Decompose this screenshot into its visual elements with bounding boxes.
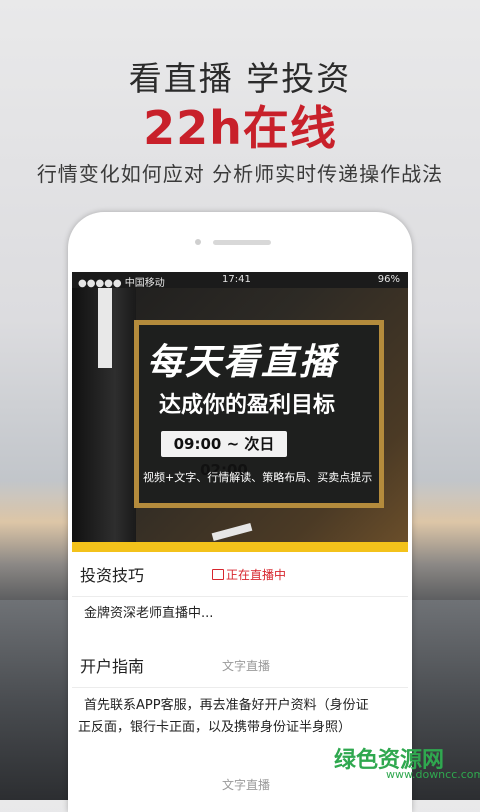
- status-bar: ●●●●● 中国移动 17:41 96%: [72, 272, 408, 289]
- banner-divider: [72, 542, 408, 552]
- banner-subtitle: 达成你的盈利目标: [159, 393, 336, 418]
- list-item[interactable]: 金牌资深老师直播中...: [84, 602, 213, 621]
- chalk-icon: [211, 522, 253, 542]
- phone-camera: [195, 239, 201, 245]
- carrier-label: ●●●●● 中国移动: [78, 278, 165, 289]
- battery-label: 96%: [377, 274, 400, 285]
- section-title: 投资技巧: [80, 566, 145, 585]
- live-icon: [212, 569, 224, 580]
- text-live-badge: 文字直播: [222, 659, 271, 673]
- promo-big-text: 22h在线: [143, 101, 337, 155]
- promo-tagline: 行情变化如何应对 分析师实时传递操作战法: [36, 162, 444, 186]
- presenter-shirt: [98, 288, 112, 368]
- watermark-url: www.downcc.com: [386, 768, 480, 781]
- chalkboard: 每天看直播 达成你的盈利目标 09:00 ~ 次日 02:00 视频+文字、行情…: [134, 320, 384, 508]
- live-status-text: 正在直播中: [226, 568, 287, 582]
- section-invest-tips[interactable]: 投资技巧 正在直播中: [72, 552, 408, 597]
- watermark-logo: 绿色资源网 www.downcc.com: [334, 742, 480, 782]
- status-time: 17:41: [222, 274, 251, 285]
- live-status-badge: 正在直播中: [212, 566, 286, 583]
- section-title: 开户指南: [80, 657, 145, 676]
- banner-description: 视频+文字、行情解读、策略布局、买卖点提示: [143, 471, 373, 484]
- text-live-badge: 文字直播: [222, 778, 271, 792]
- list-item-line: 首先联系APP客服，再去准备好开户资料（身份证: [84, 698, 369, 713]
- banner-title: 每天看直播: [147, 342, 338, 383]
- live-banner[interactable]: 每天看直播 达成你的盈利目标 09:00 ~ 次日 02:00 视频+文字、行情…: [72, 288, 408, 542]
- banner-time: 09:00 ~ 次日 02:00: [161, 431, 287, 479]
- list-item-line: 正反面，银行卡正面，以及携带身份证半身照）: [78, 720, 352, 735]
- phone-screen: ●●●●● 中国移动 17:41 96% 每天看直播 达成你的盈利目标 09:0…: [72, 272, 408, 800]
- phone-speaker: [213, 240, 271, 245]
- section-account-guide[interactable]: 开户指南 文字直播: [72, 643, 408, 688]
